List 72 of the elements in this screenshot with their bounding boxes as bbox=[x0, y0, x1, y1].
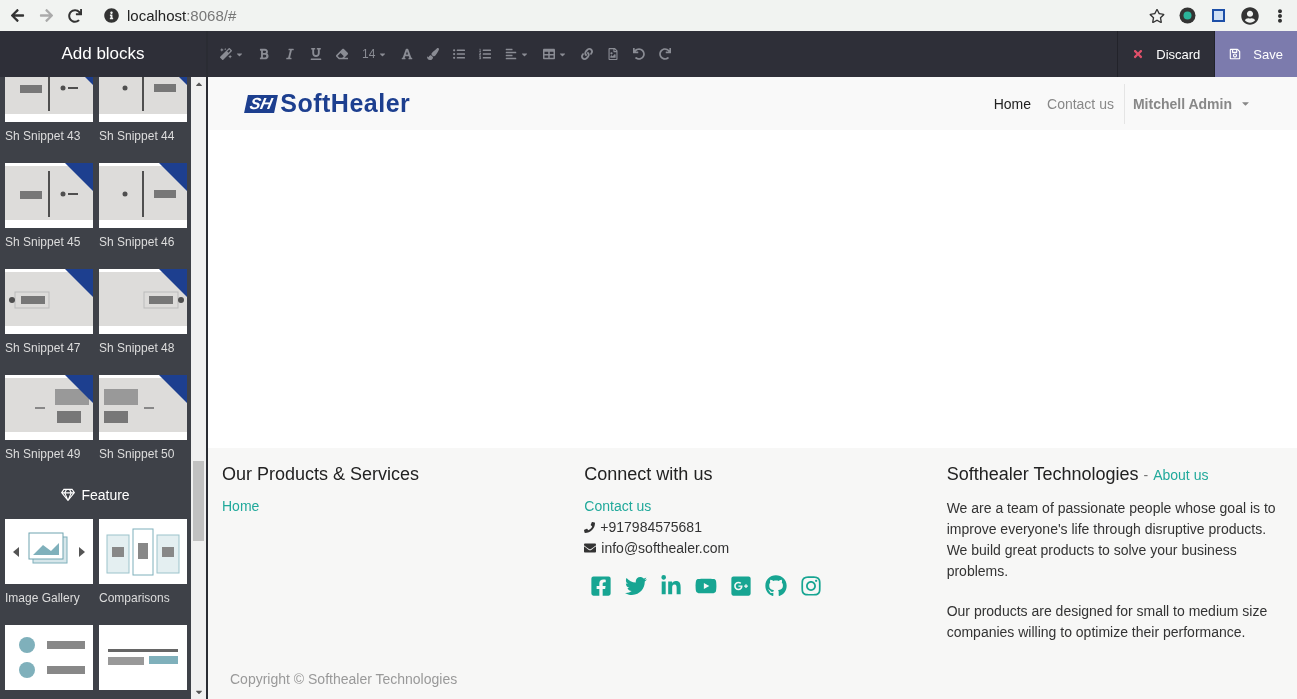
footer-link[interactable]: Home bbox=[222, 498, 559, 514]
undo-icon[interactable] bbox=[633, 48, 646, 60]
font-size-dropdown[interactable]: 14 bbox=[362, 47, 388, 61]
close-icon[interactable] bbox=[1132, 48, 1145, 60]
back-icon[interactable] bbox=[10, 8, 25, 23]
twitter-icon[interactable] bbox=[625, 575, 648, 597]
snippet-label: Sh Snippet 48 bbox=[99, 341, 176, 355]
extension-icon[interactable] bbox=[1179, 7, 1196, 24]
scroll-thumb[interactable] bbox=[193, 461, 204, 541]
snippet-preview-drawing[interactable] bbox=[5, 375, 93, 440]
column-heading: Our Products & Services bbox=[222, 464, 421, 485]
snippet-preview-drawing[interactable] bbox=[99, 163, 187, 228]
snippet-preview-drawing[interactable] bbox=[99, 269, 187, 334]
instagram-icon[interactable] bbox=[800, 575, 823, 597]
google-plus-icon[interactable] bbox=[730, 575, 753, 597]
snippet-preview-drawing[interactable] bbox=[99, 625, 187, 690]
separator: - bbox=[1143, 467, 1149, 483]
facebook-icon[interactable] bbox=[590, 575, 613, 597]
snippet-label: Sh Snippet 43 bbox=[5, 129, 82, 143]
footer-link[interactable]: About us bbox=[1153, 467, 1209, 483]
align-icon[interactable] bbox=[505, 48, 530, 60]
snippet-label: Sh Snippet 44 bbox=[99, 129, 176, 143]
column-heading: Connect with us bbox=[584, 464, 714, 485]
table-icon[interactable] bbox=[543, 48, 568, 60]
font-color-icon[interactable] bbox=[401, 48, 414, 60]
nav-link[interactable]: Contact us bbox=[1039, 95, 1122, 112]
save-button[interactable]: Save bbox=[1214, 31, 1297, 77]
snippet-preview-drawing[interactable] bbox=[99, 375, 187, 440]
redo-icon[interactable] bbox=[659, 48, 672, 60]
about-paragraph: Our products are designed for small to medium size companies willing to optimize their performance. bbox=[946, 602, 1269, 642]
snippet-label: Sh Snippet 45 bbox=[5, 235, 82, 249]
scrollbar[interactable] bbox=[191, 77, 206, 699]
linkedin-icon[interactable] bbox=[660, 575, 683, 597]
email-address: info@softhealer.com bbox=[601, 540, 730, 556]
nav-link[interactable]: Home bbox=[985, 95, 1039, 112]
image-icon[interactable] bbox=[607, 48, 620, 60]
italic-icon[interactable] bbox=[284, 48, 296, 60]
snippet-label: Sh Snippet 49 bbox=[5, 447, 82, 461]
url-field[interactable]: localhost:8068/# bbox=[127, 7, 237, 24]
snippet-label: Comparisons bbox=[99, 591, 171, 605]
phone-number: +917984575681 bbox=[600, 519, 702, 535]
diamond-icon bbox=[61, 488, 76, 502]
profile-icon[interactable] bbox=[1241, 6, 1259, 25]
snippet-preview-drawing[interactable] bbox=[5, 163, 93, 228]
sidebar-title: Add blocks bbox=[0, 31, 206, 77]
snippet-label: Sh Snippet 46 bbox=[99, 235, 176, 249]
crop-icon[interactable] bbox=[1210, 7, 1227, 24]
snippet-label: Sh Snippet 50 bbox=[99, 447, 176, 461]
phone-icon bbox=[584, 521, 596, 533]
category-heading: Feature bbox=[81, 487, 130, 503]
link-icon[interactable] bbox=[581, 48, 594, 60]
github-icon[interactable] bbox=[765, 575, 788, 597]
numbered-list-icon[interactable] bbox=[479, 48, 492, 60]
email-icon bbox=[584, 542, 597, 554]
logo[interactable]: SH SoftHealer bbox=[246, 89, 986, 118]
info-icon[interactable] bbox=[104, 8, 119, 23]
about-paragraph: We are a team of passionate people whose goal is to improve everyone's life through disruptive products. We build great products to solve your business problems. bbox=[946, 499, 1277, 581]
magic-wand-icon[interactable] bbox=[220, 48, 244, 60]
snippet-label: Image Gallery bbox=[5, 591, 81, 605]
bullet-list-icon[interactable] bbox=[453, 48, 466, 60]
copyright: Copyright © Softhealer Technologies bbox=[230, 671, 458, 687]
snippet-label: Sh Snippet 47 bbox=[5, 341, 82, 355]
underline-icon[interactable] bbox=[310, 48, 322, 60]
column-heading: Softhealer Technologies bbox=[946, 464, 1139, 484]
bold-icon[interactable] bbox=[258, 48, 270, 60]
snippet-preview-drawing[interactable] bbox=[5, 269, 93, 334]
brush-icon[interactable] bbox=[427, 48, 440, 60]
reload-icon[interactable] bbox=[68, 8, 82, 23]
eraser-icon[interactable] bbox=[336, 48, 348, 60]
user-menu[interactable]: Mitchell Admin bbox=[1123, 83, 1259, 124]
star-icon[interactable] bbox=[1149, 7, 1165, 24]
footer-link[interactable]: Contact us bbox=[584, 498, 921, 514]
